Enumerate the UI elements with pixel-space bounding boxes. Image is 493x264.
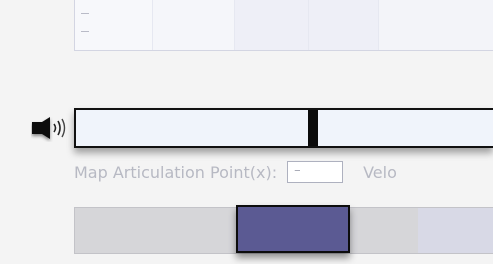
grid-cell: [153, 0, 236, 50]
map-articulation-row: Map Articulation Point(x): – Velo: [74, 158, 397, 186]
segment-bar-tinted-region: [418, 208, 493, 253]
grid-cell: [75, 0, 154, 50]
map-articulation-input[interactable]: –: [287, 161, 344, 183]
grid-dash-mark: [81, 31, 89, 32]
velocity-label: Velo: [363, 162, 397, 182]
speaker-icon[interactable]: [31, 116, 69, 142]
slider-thumb[interactable]: [308, 110, 318, 146]
grid-dash-mark: [81, 13, 89, 14]
segment-bar-selected-block[interactable]: [236, 205, 350, 253]
map-articulation-value: –: [294, 163, 301, 178]
value-slider-track[interactable]: [74, 108, 493, 148]
grid-cell: [379, 0, 493, 50]
grid-cell: [235, 0, 310, 50]
map-articulation-label: Map Articulation Point(x):: [74, 162, 278, 182]
top-grid-cells: [75, 0, 493, 50]
top-grid-panel: [74, 0, 493, 51]
grid-cell: [309, 0, 380, 50]
